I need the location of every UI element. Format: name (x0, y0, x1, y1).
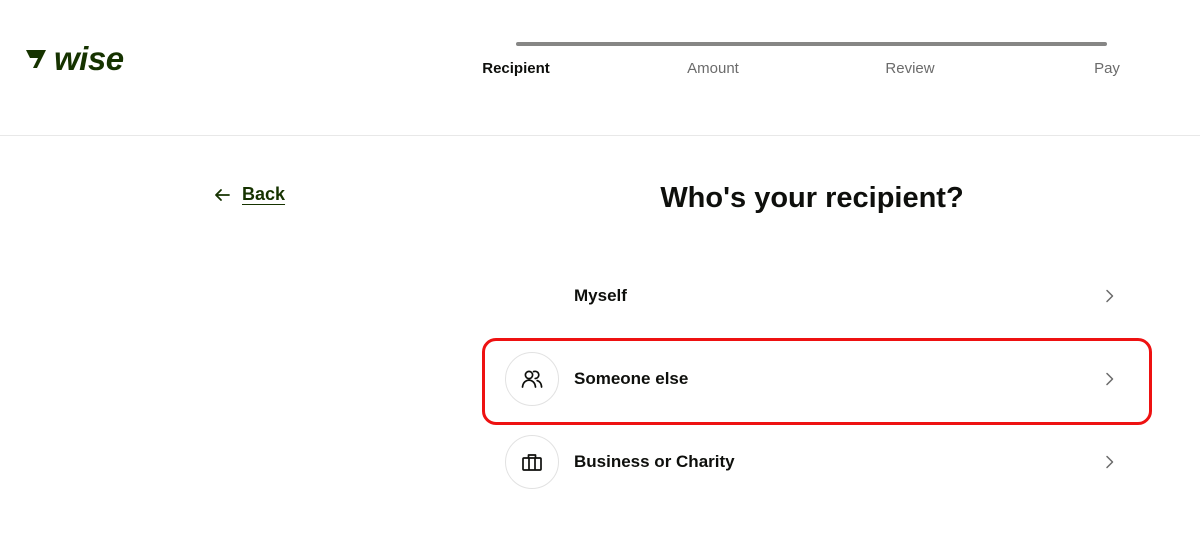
progress-bar (516, 42, 1107, 46)
back-label: Back (242, 184, 286, 204)
chevron-right-icon (1106, 455, 1114, 469)
step-pay: Pay (1094, 60, 1120, 77)
step-review: Review (885, 60, 935, 77)
chevron-right-icon (1106, 372, 1114, 386)
option-someone-else[interactable]: Someone else (505, 350, 1129, 408)
option-business-or-charity[interactable]: Business or Charity (505, 433, 1129, 491)
briefcase-icon (505, 435, 559, 489)
stepper: Recipient Amount Review Pay (0, 60, 1200, 84)
option-label: Business or Charity (574, 452, 735, 471)
back-button[interactable]: Back (212, 184, 285, 205)
arrow-left-icon (215, 188, 230, 201)
people-icon (505, 352, 559, 406)
option-label: Myself (574, 286, 627, 305)
chevron-right-icon (1106, 289, 1114, 303)
page-title: Who's your recipient? (660, 182, 964, 214)
option-label: Someone else (574, 369, 689, 388)
top-header: wise Recipient Amount Review Pay (0, 0, 1200, 136)
step-amount: Amount (687, 60, 739, 77)
option-myself[interactable]: Myself (505, 267, 1129, 325)
step-recipient: Recipient (482, 60, 550, 77)
